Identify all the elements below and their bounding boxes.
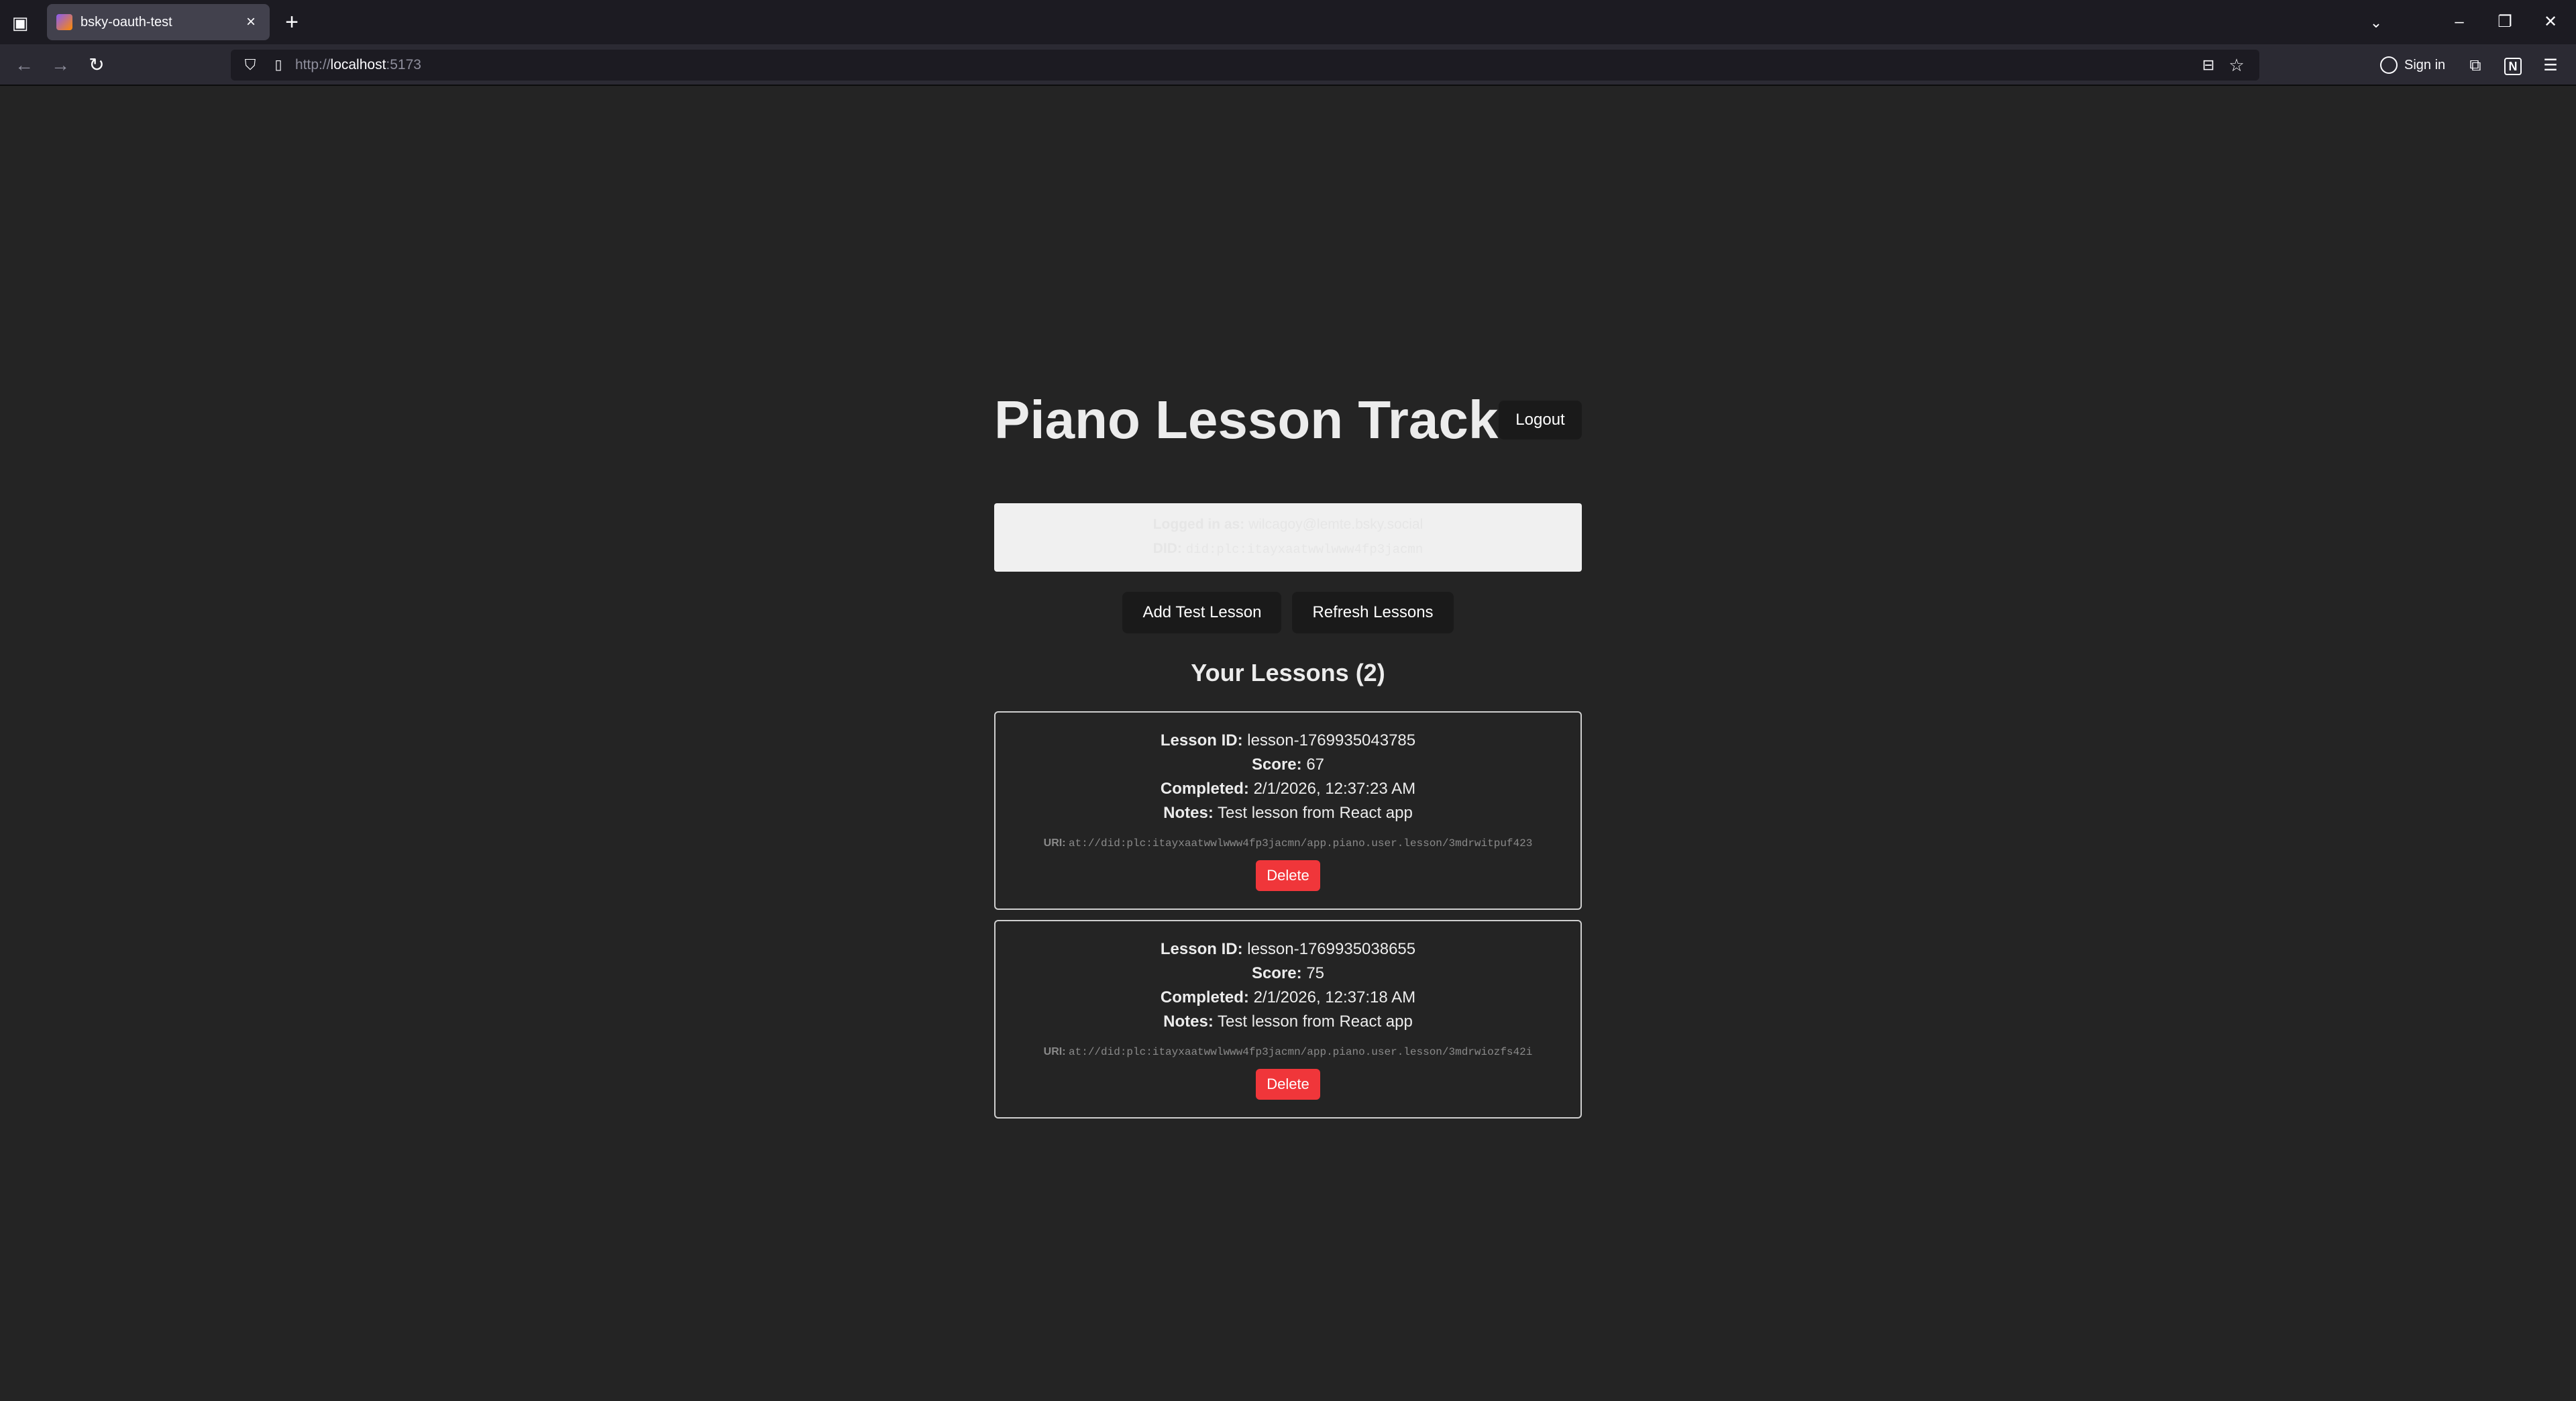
notes-label: Notes: [1163, 1013, 1214, 1031]
uri-line: URI: at://did:plc:itayxaatwwlwww4fp3jacm… [996, 835, 1580, 852]
lessons-heading: Your Lessons (2) [1191, 659, 1385, 686]
notion-extension-icon[interactable]: N [2500, 52, 2526, 79]
score-line: Score: 75 [996, 962, 1580, 986]
delete-lesson-button[interactable]: Delete [1256, 1069, 1320, 1100]
notes-value: Test lesson from React app [1218, 1013, 1413, 1031]
add-test-lesson-button[interactable]: Add Test Lesson [1122, 592, 1282, 633]
completed-line: Completed: 2/1/2026, 12:37:18 AM [996, 986, 1580, 1010]
logged-in-line: Logged in as: wilcagoy@lemte.bsky.social [994, 513, 1582, 537]
completed-label: Completed: [1160, 780, 1249, 798]
list-all-tabs-icon[interactable]: ⌄ [2363, 9, 2390, 36]
notes-label: Notes: [1163, 804, 1214, 822]
url-scheme: http:// [295, 57, 331, 72]
reader-view-icon[interactable]: ⊟ [2198, 55, 2219, 75]
completed-label: Completed: [1160, 988, 1249, 1006]
bookmark-star-icon[interactable]: ☆ [2226, 55, 2247, 75]
url-host: localhost [330, 57, 386, 72]
lesson-id-value: lesson-1769935038655 [1247, 940, 1416, 958]
close-window-icon[interactable]: ✕ [2528, 7, 2573, 38]
user-info-box: Logged in as: wilcagoy@lemte.bsky.social… [994, 503, 1582, 572]
lesson-id-line: Lesson ID: lesson-1769935038655 [996, 937, 1580, 962]
lesson-card: Lesson ID: lesson-1769935038655 Score: 7… [994, 920, 1582, 1119]
app-menu-icon[interactable]: ☰ [2537, 52, 2564, 79]
url-bar[interactable]: ⛉ ▯ http://localhost:5173 ⊟ ☆ [231, 50, 2259, 81]
score-value: 67 [1306, 756, 1325, 774]
tracking-shield-icon[interactable]: ⛉ [240, 55, 260, 75]
uri-line: URI: at://did:plc:itayxaatwwlwww4fp3jacm… [996, 1043, 1580, 1061]
firefox-view-icon[interactable]: ▣ [8, 11, 32, 35]
tab-close-icon[interactable]: × [241, 13, 260, 32]
uri-label: URI: [1043, 1046, 1066, 1057]
uri-value: at://did:plc:itayxaatwwlwww4fp3jacmn/app… [1069, 1046, 1533, 1058]
notes-line: Notes: Test lesson from React app [996, 801, 1580, 825]
user-did: did:plc:itayxaatwwlwww4fp3jacmn [1185, 542, 1424, 557]
completed-line: Completed: 2/1/2026, 12:37:23 AM [996, 777, 1580, 801]
page-content: Piano Lesson Tracker Logout Logged in as… [0, 87, 2576, 1401]
completed-value: 2/1/2026, 12:37:18 AM [1253, 988, 1416, 1006]
url-port: :5173 [386, 57, 421, 72]
restore-window-icon[interactable]: ❐ [2482, 7, 2528, 38]
did-label: DID: [1152, 541, 1182, 556]
did-line: DID: did:plc:itayxaatwwlwww4fp3jacmn [994, 537, 1582, 562]
uri-value: at://did:plc:itayxaatwwlwww4fp3jacmn/app… [1069, 837, 1533, 849]
browser-tab-active[interactable]: bsky-oauth-test × [47, 4, 270, 40]
lesson-id-value: lesson-1769935043785 [1247, 731, 1416, 749]
lesson-actions: Add Test Lesson Refresh Lessons [994, 592, 1582, 633]
browser-nav-bar: ← → ↻ ⛉ ▯ http://localhost:5173 ⊟ ☆ Sign… [0, 44, 2576, 86]
page-info-icon[interactable]: ▯ [268, 55, 288, 75]
extensions-icon[interactable]: ⧉ [2462, 52, 2489, 79]
score-label: Score: [1251, 964, 1302, 982]
lesson-card: Lesson ID: lesson-1769935043785 Score: 6… [994, 711, 1582, 910]
notes-line: Notes: Test lesson from React app [996, 1010, 1580, 1034]
logout-button[interactable]: Logout [1499, 401, 1582, 439]
url-text[interactable]: http://localhost:5173 [295, 50, 421, 81]
score-value: 75 [1306, 964, 1325, 982]
user-handle: wilcagoy@lemte.bsky.social [1248, 517, 1424, 532]
new-tab-button[interactable]: + [278, 8, 306, 36]
sign-in-button[interactable]: Sign in [2380, 52, 2445, 78]
completed-value: 2/1/2026, 12:37:23 AM [1253, 780, 1416, 798]
lesson-id-label: Lesson ID: [1160, 731, 1243, 749]
page-title: Piano Lesson Tracker [994, 390, 1550, 450]
reload-icon[interactable]: ↻ [82, 50, 111, 80]
lesson-id-label: Lesson ID: [1160, 940, 1243, 958]
delete-lesson-button[interactable]: Delete [1256, 860, 1320, 891]
refresh-lessons-button[interactable]: Refresh Lessons [1292, 592, 1454, 633]
back-arrow-icon[interactable]: ← [9, 50, 39, 80]
forward-arrow-icon[interactable]: → [46, 50, 75, 80]
lesson-id-line: Lesson ID: lesson-1769935043785 [996, 729, 1580, 753]
notes-value: Test lesson from React app [1218, 804, 1413, 822]
tab-title: bsky-oauth-test [80, 14, 172, 30]
sign-in-label: Sign in [2404, 57, 2446, 72]
browser-tab-bar: ▣ bsky-oauth-test × + ⌄ – ❐ ✕ [0, 0, 2576, 44]
site-favicon-icon [56, 14, 72, 30]
minimize-window-icon[interactable]: – [2436, 7, 2482, 38]
score-line: Score: 67 [996, 753, 1580, 777]
account-icon [2380, 56, 2398, 74]
score-label: Score: [1251, 756, 1302, 774]
logged-in-label: Logged in as: [1152, 517, 1245, 532]
uri-label: URI: [1043, 837, 1066, 849]
